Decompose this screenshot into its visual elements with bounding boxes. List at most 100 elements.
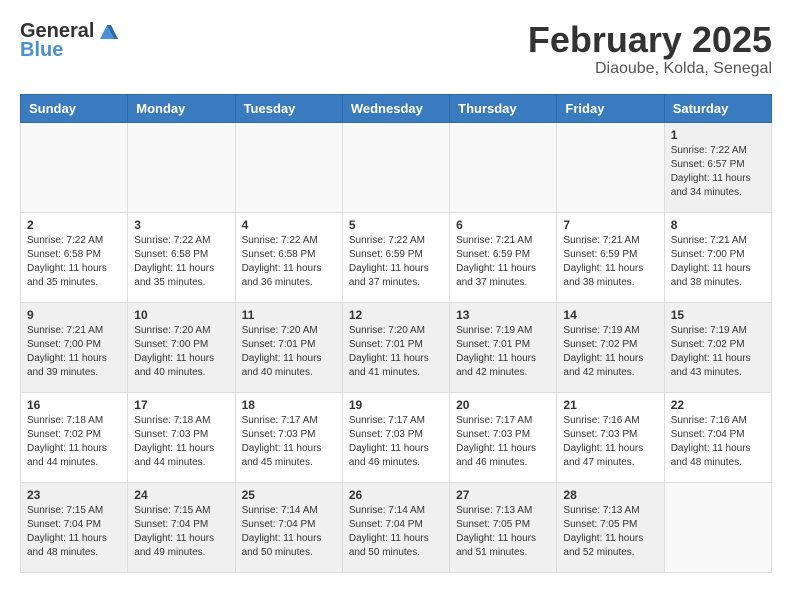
day-info: Sunrise: 7:13 AM Sunset: 7:05 PM Dayligh… [456,504,550,560]
calendar-cell [450,122,557,212]
logo-icon [96,21,118,43]
calendar-cell: 17Sunrise: 7:18 AM Sunset: 7:03 PM Dayli… [128,392,235,482]
day-info: Sunrise: 7:18 AM Sunset: 7:02 PM Dayligh… [27,414,121,470]
day-number: 23 [27,488,121,502]
day-number: 3 [134,218,228,232]
day-info: Sunrise: 7:21 AM Sunset: 7:00 PM Dayligh… [27,324,121,380]
day-info: Sunrise: 7:15 AM Sunset: 7:04 PM Dayligh… [27,504,121,560]
day-info: Sunrise: 7:22 AM Sunset: 6:58 PM Dayligh… [134,234,228,290]
week-row-5: 23 Sunrise: 7:15 AM Sunset: 7:04 PM Dayli… [21,482,772,572]
calendar-table: SundayMondayTuesdayWednesdayThursdayFrid… [20,94,772,573]
calendar-cell: 1 Sunrise: 7:22 AM Sunset: 6:57 PM Daylig… [664,122,771,212]
day-number: 11 [242,308,336,322]
calendar-cell: 20 Sunrise: 7:17 AM Sunset: 7:03 PM Dayli… [450,392,557,482]
day-info: Sunrise: 7:17 AM Sunset: 7:03 PM Dayligh… [456,414,550,470]
calendar-cell: 5 Sunrise: 7:22 AM Sunset: 6:59 PM Daylig… [342,212,449,302]
calendar-cell [342,122,449,212]
calendar-cell [664,482,771,572]
day-info: Sunrise: 7:20 AM Sunset: 7:00 PM Dayligh… [134,324,228,380]
day-info: Sunrise: 7:16 AM Sunset: 7:03 PM Dayligh… [563,414,657,470]
week-row-1: 1 Sunrise: 7:22 AM Sunset: 6:57 PM Daylig… [21,122,772,212]
day-number: 21 [563,398,657,412]
calendar-cell: 22 Sunrise: 7:16 AM Sunset: 7:04 PM Dayli… [664,392,771,482]
calendar-cell: 19Sunrise: 7:17 AM Sunset: 7:03 PM Dayli… [342,392,449,482]
calendar-cell: 14 Sunrise: 7:19 AM Sunset: 7:02 PM Dayli… [557,302,664,392]
day-number: 15 [671,308,765,322]
day-number: 1 [671,128,765,142]
day-number: 4 [242,218,336,232]
calendar-cell: 2Sunrise: 7:22 AM Sunset: 6:58 PM Daylig… [21,212,128,302]
calendar-cell: 3 Sunrise: 7:22 AM Sunset: 6:58 PM Daylig… [128,212,235,302]
day-info: Sunrise: 7:16 AM Sunset: 7:04 PM Dayligh… [671,414,765,470]
calendar-cell: 27 Sunrise: 7:13 AM Sunset: 7:05 PM Dayli… [450,482,557,572]
day-number: 8 [671,218,765,232]
calendar-cell: 7Sunrise: 7:21 AM Sunset: 6:59 PM Daylig… [557,212,664,302]
day-number: 26 [349,488,443,502]
calendar-cell [235,122,342,212]
day-number: 12 [349,308,443,322]
day-number: 25 [242,488,336,502]
calendar-cell [557,122,664,212]
day-info: Sunrise: 7:19 AM Sunset: 7:01 PM Dayligh… [456,324,550,380]
calendar-cell: 12 Sunrise: 7:20 AM Sunset: 7:01 PM Dayli… [342,302,449,392]
calendar-cell [128,122,235,212]
day-info: Sunrise: 7:13 AM Sunset: 7:05 PM Dayligh… [563,504,657,560]
day-info: Sunrise: 7:22 AM Sunset: 6:57 PM Dayligh… [671,144,765,200]
week-row-2: 2Sunrise: 7:22 AM Sunset: 6:58 PM Daylig… [21,212,772,302]
weekday-header-saturday: Saturday [664,94,771,122]
day-info: Sunrise: 7:14 AM Sunset: 7:04 PM Dayligh… [349,504,443,560]
calendar-cell: 10 Sunrise: 7:20 AM Sunset: 7:00 PM Dayli… [128,302,235,392]
day-info: Sunrise: 7:22 AM Sunset: 6:58 PM Dayligh… [242,234,336,290]
week-row-4: 16 Sunrise: 7:18 AM Sunset: 7:02 PM Dayli… [21,392,772,482]
day-number: 9 [27,308,121,322]
title-section: February 2025 Diaoube, Kolda, Senegal [528,20,772,78]
calendar-cell: 28 Sunrise: 7:13 AM Sunset: 7:05 PM Dayli… [557,482,664,572]
day-info: Sunrise: 7:22 AM Sunset: 6:58 PM Dayligh… [27,234,121,290]
calendar-cell: 25 Sunrise: 7:14 AM Sunset: 7:04 PM Dayli… [235,482,342,572]
day-info: Sunrise: 7:21 AM Sunset: 7:00 PM Dayligh… [671,234,765,290]
calendar-cell: 26 Sunrise: 7:14 AM Sunset: 7:04 PM Dayli… [342,482,449,572]
day-number: 22 [671,398,765,412]
calendar-cell: 13 Sunrise: 7:19 AM Sunset: 7:01 PM Dayli… [450,302,557,392]
calendar-cell: 9 Sunrise: 7:21 AM Sunset: 7:00 PM Daylig… [21,302,128,392]
calendar-cell: 18 Sunrise: 7:17 AM Sunset: 7:03 PM Dayli… [235,392,342,482]
weekday-header-monday: Monday [128,94,235,122]
day-number: 7 [563,218,657,232]
day-info: Sunrise: 7:18 AM Sunset: 7:03 PM Dayligh… [134,414,228,470]
logo-blue: Blue [20,39,63,62]
calendar-cell: 4 Sunrise: 7:22 AM Sunset: 6:58 PM Daylig… [235,212,342,302]
day-number: 10 [134,308,228,322]
day-number: 13 [456,308,550,322]
weekday-header-thursday: Thursday [450,94,557,122]
day-info: Sunrise: 7:20 AM Sunset: 7:01 PM Dayligh… [349,324,443,380]
day-info: Sunrise: 7:22 AM Sunset: 6:59 PM Dayligh… [349,234,443,290]
location-subtitle: Diaoube, Kolda, Senegal [528,60,772,78]
day-number: 27 [456,488,550,502]
day-number: 16 [27,398,121,412]
day-info: Sunrise: 7:20 AM Sunset: 7:01 PM Dayligh… [242,324,336,380]
weekday-header-friday: Friday [557,94,664,122]
logo: General Blue [20,20,118,62]
calendar-cell: 8 Sunrise: 7:21 AM Sunset: 7:00 PM Daylig… [664,212,771,302]
weekday-header-sunday: Sunday [21,94,128,122]
day-number: 19 [349,398,443,412]
day-number: 6 [456,218,550,232]
day-number: 18 [242,398,336,412]
day-number: 28 [563,488,657,502]
calendar-cell: 11 Sunrise: 7:20 AM Sunset: 7:01 PM Dayli… [235,302,342,392]
calendar-cell: 23 Sunrise: 7:15 AM Sunset: 7:04 PM Dayli… [21,482,128,572]
month-title: February 2025 [528,20,772,60]
day-info: Sunrise: 7:19 AM Sunset: 7:02 PM Dayligh… [563,324,657,380]
weekday-header-tuesday: Tuesday [235,94,342,122]
day-info: Sunrise: 7:17 AM Sunset: 7:03 PM Dayligh… [242,414,336,470]
day-number: 5 [349,218,443,232]
day-number: 20 [456,398,550,412]
day-info: Sunrise: 7:14 AM Sunset: 7:04 PM Dayligh… [242,504,336,560]
calendar-cell: 21 Sunrise: 7:16 AM Sunset: 7:03 PM Dayli… [557,392,664,482]
calendar-cell: 24Sunrise: 7:15 AM Sunset: 7:04 PM Dayli… [128,482,235,572]
weekday-header-row: SundayMondayTuesdayWednesdayThursdayFrid… [21,94,772,122]
week-row-3: 9 Sunrise: 7:21 AM Sunset: 7:00 PM Daylig… [21,302,772,392]
day-number: 14 [563,308,657,322]
calendar-cell: 16 Sunrise: 7:18 AM Sunset: 7:02 PM Dayli… [21,392,128,482]
calendar-cell: 15Sunrise: 7:19 AM Sunset: 7:02 PM Dayli… [664,302,771,392]
